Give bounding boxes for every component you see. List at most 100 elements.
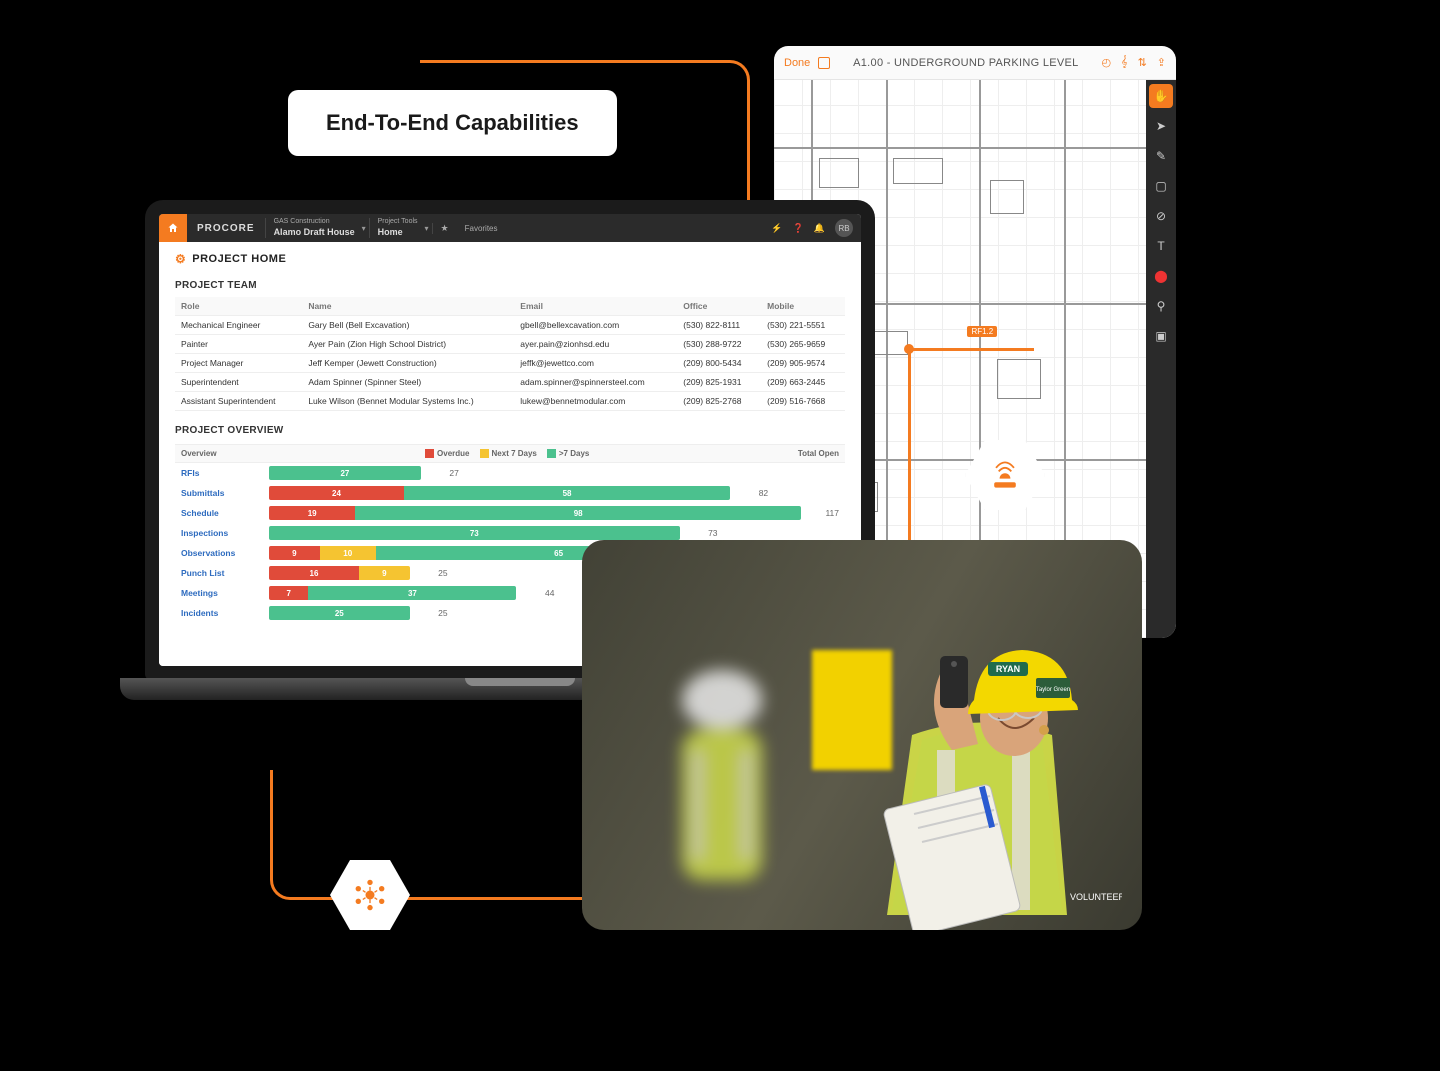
overview-legend: Overdue Next 7 Days >7 Days <box>425 449 589 458</box>
team-cell: (530) 265-9659 <box>761 335 845 354</box>
overview-bar: 737 <box>269 586 516 600</box>
page-title-row: ⚙ PROJECT HOME <box>175 252 845 266</box>
legend-overdue: Overdue <box>437 449 469 458</box>
pen-tool-icon[interactable]: ✎ <box>1149 144 1173 168</box>
table-row[interactable]: PainterAyer Pain (Zion High School Distr… <box>175 335 845 354</box>
pointer-tool-icon[interactable]: ➤ <box>1149 114 1173 138</box>
team-cell: (209) 516-7668 <box>761 392 845 411</box>
overview-total: 73 <box>688 528 718 538</box>
share-icon[interactable]: ⇪ <box>1157 56 1166 69</box>
app-header: PROCORE GAS Construction Alamo Draft Hou… <box>159 214 861 242</box>
legend-next7: Next 7 Days <box>492 449 537 458</box>
team-cell: (530) 288-9722 <box>677 335 761 354</box>
team-cell: Jeff Kemper (Jewett Construction) <box>302 354 514 373</box>
integration-nodes-icon <box>352 877 388 913</box>
tablet-done-button[interactable]: Done <box>784 57 810 69</box>
shirt-text: VOLUNTEER <box>1070 892 1122 902</box>
team-cell: Gary Bell (Bell Excavation) <box>302 316 514 335</box>
company-selector[interactable]: GAS Construction Alamo Draft House <box>265 218 369 237</box>
background-worker <box>622 660 822 900</box>
tablet-side-toolbar: ✋ ➤ ✎ ▢ ⊘ T ⬤ ⚲ ▣ <box>1146 80 1176 638</box>
tablet-drawing-title: A1.00 - UNDERGROUND PARKING LEVEL <box>853 57 1078 69</box>
overview-bar: 25 <box>269 606 410 620</box>
overview-row[interactable]: RFIs2727 <box>175 463 845 483</box>
user-avatar[interactable]: RB <box>835 219 853 237</box>
overview-segment: 9 <box>359 566 410 580</box>
home-icon[interactable] <box>159 214 187 242</box>
team-cell: gbell@bellexcavation.com <box>514 316 677 335</box>
overview-segment: 24 <box>269 486 404 500</box>
overview-segment: 37 <box>308 586 516 600</box>
record-tool-icon[interactable]: ⬤ <box>1149 264 1173 288</box>
text-tool-icon[interactable]: T <box>1149 234 1173 258</box>
team-cell: (530) 822-8111 <box>677 316 761 335</box>
team-cell: Adam Spinner (Spinner Steel) <box>302 373 514 392</box>
overview-total: 25 <box>418 608 448 618</box>
overview-segment: 98 <box>355 506 801 520</box>
overview-total: 82 <box>738 488 768 498</box>
help-icon[interactable]: ❓ <box>793 223 804 234</box>
team-col-header: Office <box>677 297 761 316</box>
camera-tool-icon[interactable]: ▣ <box>1149 324 1173 348</box>
helmet-brand: RYAN <box>996 664 1020 674</box>
table-row[interactable]: Assistant SuperintendentLuke Wilson (Ben… <box>175 392 845 411</box>
rfi-marker[interactable]: RF1.2 <box>967 326 997 337</box>
team-cell: (209) 825-1931 <box>677 373 761 392</box>
square-tool-icon[interactable]: ▢ <box>1149 174 1173 198</box>
overview-segment: 27 <box>269 466 421 480</box>
team-cell: (209) 905-9574 <box>761 354 845 373</box>
table-row[interactable]: Mechanical EngineerGary Bell (Bell Excav… <box>175 316 845 335</box>
connector-line-bottom <box>270 770 600 900</box>
overview-row[interactable]: Submittals245882 <box>175 483 845 503</box>
filter-icon[interactable]: ⇅ <box>1138 56 1147 69</box>
team-cell: lukew@bennetmodular.com <box>514 392 677 411</box>
team-col-header: Mobile <box>761 297 845 316</box>
team-cell: Ayer Pain (Zion High School District) <box>302 335 514 354</box>
layers-icon[interactable] <box>818 57 830 69</box>
helmet-name: Taylor Green <box>1036 687 1070 693</box>
overview-total: 25 <box>418 568 448 578</box>
tablet-done-group: Done <box>784 57 830 69</box>
team-cell: Painter <box>175 335 302 354</box>
callout-pill: End-To-End Capabilities <box>288 90 617 156</box>
tools-main: Home <box>378 227 403 237</box>
plug-icon[interactable]: ⚡ <box>771 223 782 234</box>
gear-icon[interactable]: ⚙ <box>175 252 186 266</box>
overview-label: Inspections <box>181 528 261 538</box>
team-cell: Mechanical Engineer <box>175 316 302 335</box>
overview-segment: 16 <box>269 566 359 580</box>
broadcast-worker-icon <box>987 457 1023 493</box>
worker-photo: RYAN Taylor Green VOLUNTEER <box>582 540 1142 930</box>
attachment-icon[interactable]: 𝄞 <box>1121 56 1128 69</box>
clock-icon[interactable]: ◴ <box>1101 56 1111 69</box>
table-row[interactable]: Project ManagerJeff Kemper (Jewett Const… <box>175 354 845 373</box>
overview-bar: 169 <box>269 566 410 580</box>
favorites-label[interactable]: Favorites <box>457 224 506 233</box>
team-cell: (209) 800-5434 <box>677 354 761 373</box>
overview-bar: 2458 <box>269 486 730 500</box>
table-row[interactable]: SuperintendentAdam Spinner (Spinner Stee… <box>175 373 845 392</box>
overview-label: Observations <box>181 548 261 558</box>
overview-total: 44 <box>524 588 554 598</box>
overview-segment: 7 <box>269 586 308 600</box>
overview-bar: 1998 <box>269 506 801 520</box>
app-logo[interactable]: PROCORE <box>187 223 265 234</box>
overview-col-label: Overview <box>181 449 217 458</box>
pin-tool-icon[interactable]: ⚲ <box>1149 294 1173 318</box>
circle-tool-icon[interactable]: ⊘ <box>1149 204 1173 228</box>
team-col-header: Name <box>302 297 514 316</box>
overview-segment: 19 <box>269 506 355 520</box>
bell-icon[interactable]: 🔔 <box>814 223 825 234</box>
overview-row[interactable]: Schedule1998117 <box>175 503 845 523</box>
team-cell: Superintendent <box>175 373 302 392</box>
team-cell: Project Manager <box>175 354 302 373</box>
overview-segment: 9 <box>269 546 320 560</box>
overview-total-label: Total Open <box>798 449 839 458</box>
overview-label: Schedule <box>181 508 261 518</box>
project-tools-selector[interactable]: Project Tools Home <box>369 218 432 237</box>
hand-tool-icon[interactable]: ✋ <box>1149 84 1173 108</box>
project-overview-title: PROJECT OVERVIEW <box>175 425 845 436</box>
star-icon[interactable]: ★ <box>432 223 457 234</box>
team-cell: jeffk@jewettco.com <box>514 354 677 373</box>
page-title: PROJECT HOME <box>192 253 286 265</box>
